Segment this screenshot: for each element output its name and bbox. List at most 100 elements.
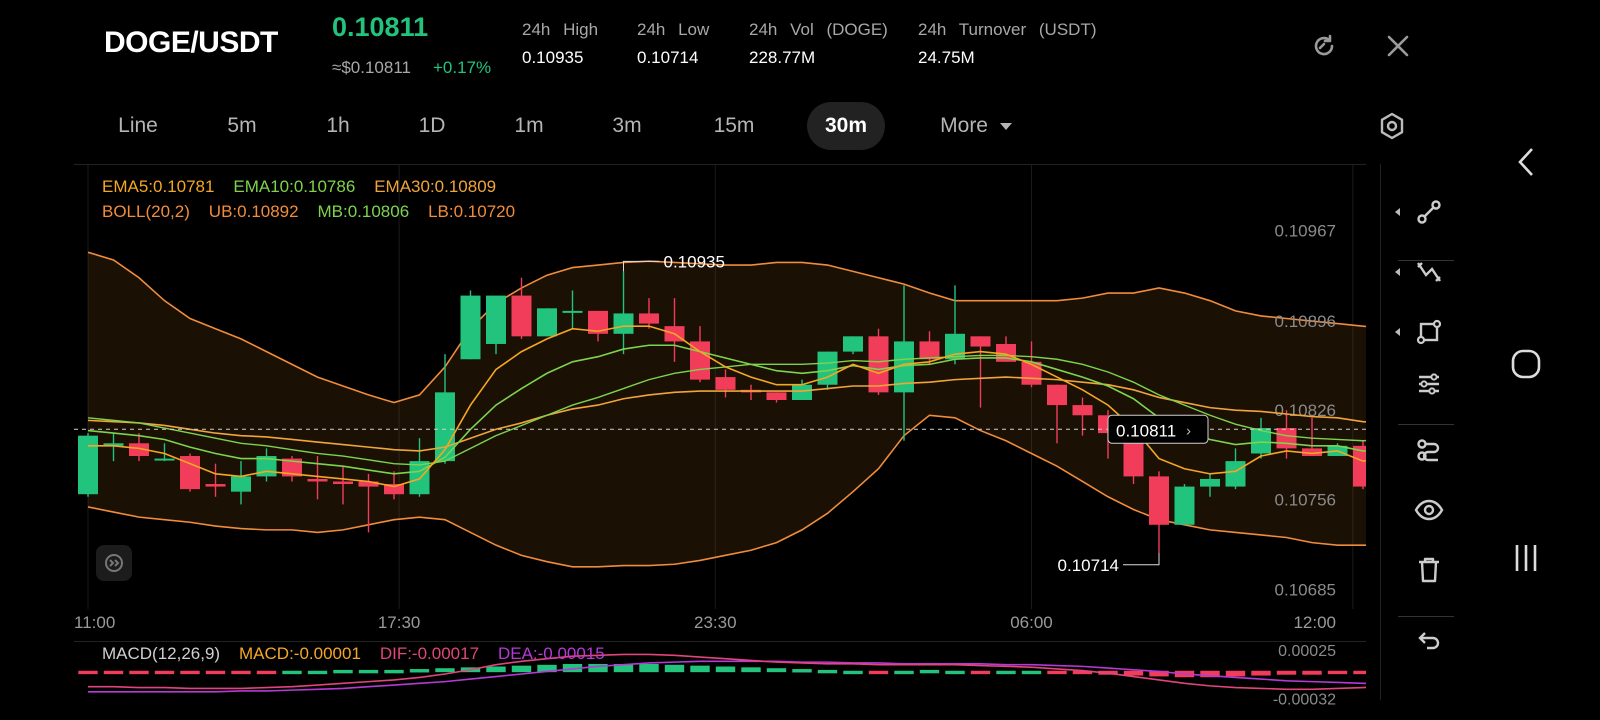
- ticker-header: DOGE/USDT 0.10811 ≈$0.10811 +0.17% 24h H…: [0, 0, 1500, 100]
- price-change: +0.17%: [433, 58, 492, 77]
- macd-histogram-bar: [307, 670, 328, 675]
- macd-histogram-bar: [205, 670, 226, 675]
- chart-reset-icon[interactable]: [96, 545, 132, 581]
- usd-price: ≈$0.10811: [332, 58, 411, 77]
- macd-histogram-bar: [180, 670, 200, 675]
- y-tick-label: 0.10685: [1275, 581, 1336, 600]
- macd-histogram-bar: [1251, 670, 1271, 676]
- macd-histogram-bar: [792, 669, 812, 673]
- x-tick-label: 06:00: [1010, 613, 1053, 632]
- candle-body: [715, 377, 736, 390]
- candle-body: [970, 336, 991, 347]
- tab-1h[interactable]: 1h: [310, 102, 366, 150]
- macd-histogram-bar: [741, 667, 761, 673]
- candle-body: [537, 308, 557, 337]
- candle-body: [78, 435, 98, 495]
- candle-body: [1072, 405, 1093, 416]
- macd-histogram-bar: [690, 665, 710, 673]
- tab-more[interactable]: More: [928, 102, 1024, 150]
- trend-line-icon: [1417, 200, 1441, 224]
- close-icon[interactable]: [1380, 28, 1416, 64]
- pair-title[interactable]: DOGE/USDT: [104, 26, 278, 60]
- visibility-tool[interactable]: [1401, 486, 1457, 534]
- toolbar-divider: [1398, 616, 1454, 617]
- boll-legend: BOLL(20,2) UB:0.10892 MB:0.10806 LB:0.10…: [102, 202, 515, 222]
- stat-label: 24h Low: [637, 20, 710, 39]
- stat-value: 24.75M: [918, 48, 975, 67]
- tab-1d[interactable]: 1D: [404, 102, 460, 150]
- candle-body: [231, 476, 251, 492]
- tab-line[interactable]: Line: [104, 102, 172, 150]
- macd-histogram-bar: [231, 670, 251, 675]
- ema-legend: EMA5:0.10781 EMA10:0.10786 EMA30:0.10809: [102, 177, 496, 197]
- candle-body: [868, 336, 889, 393]
- home-nav-icon[interactable]: [1506, 344, 1546, 384]
- legend-ub: UB:0.10892: [208, 202, 299, 221]
- candle-body: [919, 341, 940, 360]
- candle-body: [766, 392, 787, 400]
- link-icon: [1417, 439, 1440, 462]
- legend-ema5: EMA5:0.10781: [102, 177, 215, 196]
- legend-ema10: EMA10:0.10786: [233, 177, 356, 196]
- shape-tool[interactable]: [1395, 308, 1457, 356]
- magnet-tool[interactable]: [1401, 426, 1457, 474]
- macd-histogram-bar: [1123, 670, 1144, 676]
- macd-histogram-bar: [78, 670, 98, 675]
- toolbar-divider: [1398, 424, 1454, 425]
- macd-histogram-bar: [1021, 670, 1042, 675]
- macd-histogram-bar: [256, 670, 277, 675]
- candle-body: [307, 478, 328, 482]
- candle-body: [1276, 428, 1297, 449]
- stat-24h-turnover: 24h Turnover (USDT) 24.75M: [918, 20, 1097, 68]
- macd-legend: MACD(12,26,9) MACD:-0.00001 DIF:-0.00017…: [102, 644, 605, 664]
- tab-1m[interactable]: 1m: [500, 102, 558, 150]
- candle-body: [154, 458, 175, 461]
- candle-body: [1225, 461, 1246, 487]
- macd-histogram-bar: [664, 664, 685, 673]
- stat-24h-low: 24h Low 0.10714: [637, 20, 709, 68]
- candle-body: [1174, 486, 1195, 525]
- macd-histogram-bar: [129, 670, 149, 675]
- stat-value: 0.10935: [522, 48, 584, 67]
- candle-body: [843, 336, 863, 352]
- settings-icon[interactable]: [1374, 108, 1410, 144]
- legend-ema30: EMA30:0.10809: [374, 177, 497, 196]
- price-chart[interactable]: 0.10967 0.10896 0.10826 0.10756 0.10685 11:00…: [74, 164, 1366, 642]
- recents-nav-icon[interactable]: [1508, 538, 1544, 578]
- polyline-tool[interactable]: [1395, 248, 1457, 296]
- legend-mb: MB:0.10806: [317, 202, 410, 221]
- macd-histogram-bar: [945, 670, 965, 675]
- macd-histogram-bar: [333, 669, 353, 674]
- candle-body: [613, 313, 634, 334]
- expand-caret-icon: [1395, 328, 1400, 336]
- candle-body: [409, 461, 430, 495]
- delete-drawings[interactable]: [1401, 546, 1457, 594]
- y-tick-label: 0.10896: [1275, 312, 1336, 331]
- back-nav-icon[interactable]: [1508, 140, 1544, 184]
- undo-button[interactable]: [1401, 616, 1457, 664]
- low-marker-label: 0.10714: [1058, 556, 1119, 575]
- macd-histogram-bar: [1327, 670, 1348, 675]
- tab-30m[interactable]: 30m: [807, 102, 885, 150]
- candle-body: [333, 481, 353, 485]
- x-tick-label: 11:00: [74, 613, 115, 632]
- tab-5m[interactable]: 5m: [212, 102, 272, 150]
- macd-histogram-bar: [435, 668, 455, 673]
- macd-histogram-bar: [154, 670, 175, 675]
- tab-15m[interactable]: 15m: [700, 102, 768, 150]
- candle-body: [639, 313, 659, 324]
- stat-value: 228.77M: [749, 48, 816, 67]
- indicator-settings[interactable]: [1401, 360, 1457, 408]
- system-navigation: [1500, 0, 1600, 720]
- macd-y-tick-label: 0.00025: [1278, 643, 1336, 660]
- tab-3m[interactable]: 3m: [597, 102, 657, 150]
- legend-boll: BOLL(20,2): [102, 202, 190, 221]
- trend-line-tool[interactable]: [1395, 188, 1457, 236]
- stat-24h-volume: 24h Vol (DOGE) 228.77M: [749, 20, 888, 68]
- macd-histogram-bar: [1047, 670, 1067, 675]
- legend-dif: DIF:-0.00017: [379, 644, 480, 663]
- stat-24h-high: 24h High 0.10935: [522, 20, 598, 68]
- refresh-icon[interactable]: [1306, 28, 1342, 64]
- expand-caret-icon: [1395, 268, 1400, 276]
- candle-body: [205, 484, 226, 487]
